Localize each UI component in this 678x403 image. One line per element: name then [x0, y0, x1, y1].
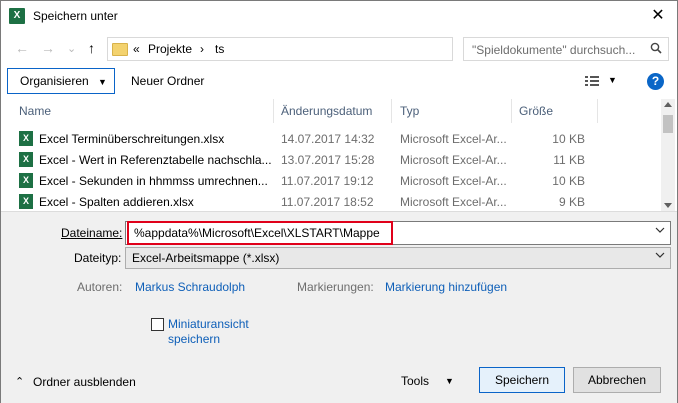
scrollbar-thumb[interactable]: [663, 115, 673, 133]
command-toolbar: Organisieren ▼ Neuer Ordner ▼ ?: [1, 65, 677, 99]
navigation-bar: ← → ⌄ ↑ « Projekte › ts "Spieldokumente"…: [1, 31, 677, 65]
column-header-name[interactable]: Name: [19, 99, 51, 123]
save-as-dialog: X Speichern unter ✕ ← → ⌄ ↑ « Projekte ›…: [0, 0, 678, 403]
organize-button[interactable]: Organisieren ▼: [7, 68, 115, 94]
file-name: Excel - Wert in Referenztabelle nachschl…: [39, 153, 271, 167]
column-divider[interactable]: [597, 99, 598, 123]
file-size: 11 KB: [553, 153, 585, 167]
file-name: Excel - Sekunden in hhmmss umrechnen...: [39, 174, 268, 188]
file-modified: 14.07.2017 14:32: [281, 132, 375, 146]
hide-folders-label: Ordner ausblenden: [33, 375, 136, 389]
search-placeholder: "Spieldokumente" durchsuch...: [472, 43, 636, 57]
file-type: Microsoft Excel-Ar...: [400, 195, 507, 209]
file-row[interactable]: X Excel Terminüberschreitungen.xlsx 14.0…: [7, 128, 659, 149]
column-divider[interactable]: [511, 99, 512, 123]
excel-app-icon: X: [9, 8, 25, 24]
file-size: 9 KB: [558, 195, 585, 209]
scroll-up-icon[interactable]: [664, 101, 672, 107]
column-header-size[interactable]: Größe: [519, 99, 553, 123]
column-divider[interactable]: [273, 99, 274, 123]
search-icon: [650, 42, 662, 54]
breadcrumb-separator-icon[interactable]: ›: [200, 42, 204, 56]
new-folder-button[interactable]: Neuer Ordner: [131, 74, 204, 88]
close-icon[interactable]: ✕: [645, 4, 671, 28]
excel-file-icon: X: [19, 173, 33, 188]
column-divider[interactable]: [391, 99, 392, 123]
filetype-label: Dateityp:: [74, 251, 122, 265]
filetype-value: Excel-Arbeitsmappe (*.xlsx): [132, 251, 280, 265]
authors-label: Autoren:: [77, 280, 123, 294]
view-options-icon[interactable]: [585, 75, 599, 87]
file-modified: 11.07.2017 18:52: [281, 195, 374, 209]
file-modified: 13.07.2017 15:28: [281, 153, 375, 167]
title-bar: X Speichern unter ✕: [1, 1, 677, 31]
search-box[interactable]: "Spieldokumente" durchsuch...: [463, 37, 669, 61]
file-type: Microsoft Excel-Ar...: [400, 174, 507, 188]
thumbnail-label-line2[interactable]: speichern: [168, 332, 220, 346]
file-name: Excel - Spalten addieren.xlsx: [39, 195, 194, 209]
forward-arrow-icon[interactable]: →: [41, 40, 55, 56]
tools-button[interactable]: Tools ▼: [399, 370, 463, 392]
filename-field[interactable]: %appdata%\Microsoft\Excel\XLSTART\Mappe: [125, 221, 671, 245]
thumbnail-checkbox[interactable]: [151, 318, 164, 331]
chevron-down-icon: ▼: [445, 376, 454, 386]
excel-file-icon: X: [19, 152, 33, 167]
window-title: Speichern unter: [33, 9, 118, 23]
save-options-panel: Dateiname: %appdata%\Microsoft\Excel\XLS…: [1, 211, 677, 403]
help-icon[interactable]: ?: [647, 73, 664, 90]
column-header-modified[interactable]: Änderungsdatum: [281, 99, 372, 123]
organize-label: Organisieren: [20, 74, 89, 88]
add-tag-link[interactable]: Markierung hinzufügen: [385, 280, 507, 294]
excel-file-icon: X: [19, 131, 33, 146]
back-arrow-icon[interactable]: ←: [15, 40, 29, 56]
file-row[interactable]: X Excel - Wert in Referenztabelle nachsc…: [7, 149, 659, 170]
breadcrumb-overflow[interactable]: «: [133, 42, 140, 56]
file-list: Name Änderungsdatum Typ Größe X Excel Te…: [7, 99, 675, 211]
file-row[interactable]: X Excel - Sekunden in hhmmss umrechnen..…: [7, 170, 659, 191]
tools-label: Tools: [401, 374, 430, 388]
view-chevron-down-icon[interactable]: ▼: [608, 75, 617, 85]
authors-link[interactable]: Markus Schraudolph: [135, 280, 245, 294]
file-type: Microsoft Excel-Ar...: [400, 153, 507, 167]
up-arrow-icon[interactable]: ↑: [88, 40, 95, 56]
filename-value[interactable]: %appdata%\Microsoft\Excel\XLSTART\Mappe: [134, 226, 380, 240]
file-size: 10 KB: [552, 132, 585, 146]
chevron-down-icon[interactable]: [655, 227, 665, 233]
file-modified: 11.07.2017 19:12: [281, 174, 374, 188]
address-bar[interactable]: « Projekte › ts: [107, 37, 453, 61]
scroll-down-icon[interactable]: [664, 203, 672, 209]
chevron-down-icon[interactable]: [655, 252, 665, 258]
filename-label: Dateiname:: [61, 226, 123, 240]
vertical-scrollbar[interactable]: [661, 99, 675, 211]
thumbnail-label-line1[interactable]: Miniaturansicht: [168, 317, 249, 331]
excel-file-icon: X: [19, 194, 33, 209]
folder-icon: [112, 43, 128, 56]
chevron-down-icon: ▼: [98, 77, 107, 87]
column-header-type[interactable]: Typ: [400, 99, 419, 123]
cancel-button[interactable]: Abbrechen: [573, 367, 661, 393]
filetype-select[interactable]: Excel-Arbeitsmappe (*.xlsx): [125, 247, 671, 269]
file-name: Excel Terminüberschreitungen.xlsx: [39, 132, 225, 146]
save-button[interactable]: Speichern: [479, 367, 565, 393]
tags-label: Markierungen:: [297, 280, 374, 294]
recent-locations-chevron-icon[interactable]: ⌄: [67, 42, 76, 55]
breadcrumb-ts[interactable]: ts: [215, 42, 224, 56]
chevron-up-icon: ⌃: [15, 376, 25, 388]
file-type: Microsoft Excel-Ar...: [400, 132, 507, 146]
breadcrumb-projekte[interactable]: Projekte: [148, 42, 192, 56]
file-row[interactable]: X Excel - Spalten addieren.xlsx 11.07.20…: [7, 191, 659, 211]
file-size: 10 KB: [552, 174, 585, 188]
